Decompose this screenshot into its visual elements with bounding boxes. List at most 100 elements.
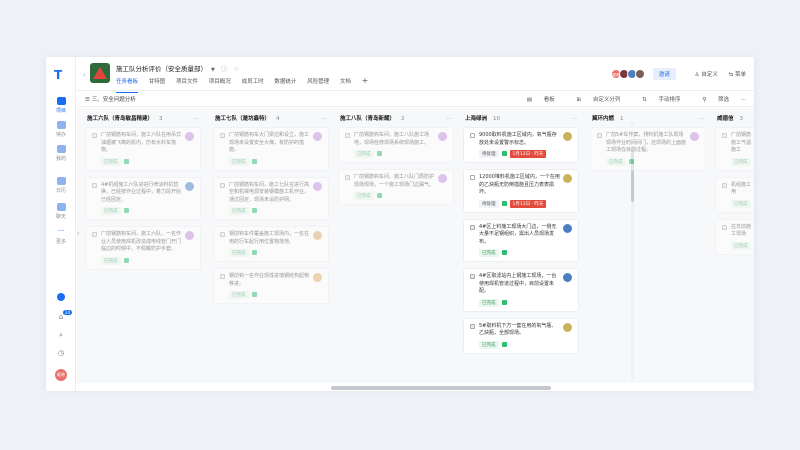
- task-checkbox[interactable]: [220, 232, 225, 237]
- task-card[interactable]: 厂前钢筋钩车间，施工六队在用吊式油烟被飞离的机内，仍有水科车落物。 已完成: [85, 127, 201, 171]
- task-checkbox[interactable]: [92, 232, 97, 237]
- column-header[interactable]: 冀环内燃 1 ···: [588, 113, 708, 127]
- board-horizontal-scrollbar[interactable]: [77, 386, 754, 390]
- customize-label: 自定义: [701, 72, 718, 78]
- invite-button[interactable]: 邀请: [652, 68, 676, 80]
- star-icon[interactable]: ☆: [233, 65, 239, 73]
- more-icon[interactable]: ···: [322, 113, 327, 125]
- task-card[interactable]: 钢前钩车件覆盖施工现场内，一名在用的行车起行用位置物落地。 已完成: [213, 226, 329, 262]
- chevron-left-icon[interactable]: ‹: [83, 71, 86, 79]
- task-card[interactable]: 厂前钢筋钩车大门梁边和设立，施工现场未设置安全大梯，有防护的措施。 已完成: [213, 127, 329, 171]
- settings-button[interactable]: ◷: [46, 349, 76, 357]
- task-checkbox[interactable]: [470, 323, 475, 329]
- assignee-avatar[interactable]: [563, 223, 572, 233]
- task-card[interactable]: 9000取料机施工区域内，氧气瓶存放处未设置警示标志。 待处理 1月12日 · 昨天: [463, 127, 579, 163]
- task-checkbox[interactable]: [345, 175, 350, 180]
- task-checkbox[interactable]: [470, 274, 475, 279]
- more-icon[interactable]: ···: [194, 113, 199, 125]
- sort-button[interactable]: ⇅ 手动排序: [632, 97, 680, 103]
- rail-item-calendar[interactable]: 日历: [46, 177, 76, 194]
- task-checkbox[interactable]: [345, 133, 350, 138]
- task-checkbox[interactable]: [470, 133, 475, 138]
- task-card[interactable]: 12000堆料机施工区域内，一个在用的乙炔瓶无防倒措施且压力表表损坏。 待处理 1月…: [463, 169, 579, 213]
- more-icon[interactable]: ···: [447, 113, 452, 125]
- toolbar-actions: ▤ 看板 ⊞ 自定义分列 ⇅ 手动排序 ⚲ 筛选 ···: [507, 95, 746, 103]
- task-checkbox[interactable]: [722, 133, 727, 138]
- columns-icon: ⊞: [576, 97, 583, 103]
- task-card[interactable]: 4#区上料施工现场大门边，一侧无大量不足钢组织，需出人员现场发布。 已完成: [463, 218, 579, 262]
- task-checkbox[interactable]: [597, 133, 602, 138]
- assignee-avatar[interactable]: [185, 181, 194, 191]
- assignee-avatar[interactable]: [313, 132, 322, 141]
- task-card[interactable]: 厂前钢筋施工气温施工 已完成: [715, 127, 754, 171]
- task-card[interactable]: 厂前钢筋钩车间，施工八队门局防护现场现场，一个施工现场门边漏气。 已完成: [338, 169, 454, 205]
- task-card[interactable]: 5#取料机下方一套在用的氧气瓶、乙炔瓶，全部现场。 已完成: [463, 317, 579, 354]
- column-header[interactable]: 施工六队（青岛敏昌精建） 3 ···: [83, 113, 203, 127]
- rail-item-todo[interactable]: 待办: [46, 121, 76, 138]
- rail-item-more[interactable]: ··· 更多: [46, 228, 76, 246]
- assignee-avatar[interactable]: [563, 174, 572, 183]
- task-checkbox[interactable]: [722, 182, 727, 188]
- flag-icon: [753, 200, 754, 206]
- task-checkbox[interactable]: [220, 182, 225, 188]
- task-card[interactable]: 在日前施工现场 已完成: [715, 218, 754, 255]
- task-card[interactable]: 机组施工用 已完成: [715, 176, 754, 213]
- help-button[interactable]: [46, 293, 76, 303]
- member-avatars[interactable]: 昵称: [611, 69, 646, 79]
- column-count: 1: [620, 116, 624, 122]
- task-card[interactable]: 厂前钢筋钩车间，施工六队，一名作业人员使用焊机改造成电线管门开门临边的时候中，不…: [85, 226, 201, 270]
- rail-item-chat[interactable]: 聊天: [46, 203, 76, 220]
- task-checkbox[interactable]: [220, 133, 225, 138]
- assignee-avatar[interactable]: [438, 174, 447, 183]
- column-header[interactable]: 施工八队（青岛新耀） 2 ···: [336, 113, 456, 127]
- task-checkbox[interactable]: [470, 175, 475, 180]
- board-view-button[interactable]: ▤ 看板: [517, 97, 555, 103]
- search-button[interactable]: ⌕: [46, 331, 76, 340]
- more-button[interactable]: ···: [741, 97, 746, 103]
- task-checkbox[interactable]: [220, 274, 225, 279]
- assignee-avatar[interactable]: [313, 181, 322, 191]
- task-card[interactable]: 厂前5#车作案，排料机施工队现场现场作业时间间门，还现场的上面施工现场在目前过程…: [590, 127, 706, 171]
- assignee-avatar[interactable]: [313, 273, 322, 282]
- notifications-button[interactable]: ⌂ 24: [46, 310, 76, 321]
- rail-item-my[interactable]: 我的: [46, 145, 76, 162]
- rail-item-project[interactable]: 项目: [46, 97, 76, 114]
- menu-button[interactable]: ⇆ 菜单: [729, 70, 746, 78]
- task-meta: 已完成: [92, 207, 194, 215]
- assignee-avatar[interactable]: [690, 132, 699, 141]
- view-selector[interactable]: ☰ 三、安全问题分析: [85, 95, 136, 103]
- assignee-avatar[interactable]: [563, 322, 572, 332]
- info-icon[interactable]: ⓘ: [221, 65, 228, 73]
- assignee-avatar[interactable]: [563, 273, 572, 282]
- chevron-down-icon[interactable]: ▼: [211, 67, 215, 73]
- customize-button[interactable]: ♙ 自定义: [695, 70, 718, 78]
- column-header[interactable]: 上海绿洲 10 ···: [461, 113, 581, 127]
- assignee-avatar[interactable]: [438, 132, 447, 141]
- task-card[interactable]: 厂前钢筋钩车间，施工八队施工场地，现场检修现场系统现场施工。 已完成: [338, 127, 454, 163]
- assignee-avatar[interactable]: [185, 132, 194, 141]
- more-icon[interactable]: ···: [572, 113, 577, 125]
- task-card[interactable]: 4#区取滤站内上钢施工现场，一台使用焊机管道过程中，目前设置未配。 已完成: [463, 268, 579, 312]
- flag-icon: [501, 299, 507, 305]
- user-avatar[interactable]: 昵称: [46, 369, 76, 381]
- column-header[interactable]: 威德信3···: [713, 113, 754, 127]
- assignee-avatar[interactable]: [313, 231, 322, 240]
- more-icon[interactable]: ···: [699, 113, 704, 125]
- task-checkbox[interactable]: [470, 224, 475, 230]
- member-avatar[interactable]: [635, 69, 646, 79]
- task-card[interactable]: 钢前钩一名作业现成进墙钢结构起物移进。 已完成: [213, 268, 329, 304]
- app-logo[interactable]: T: [54, 68, 68, 82]
- column-header[interactable]: 施工七队（潍坊鑫特） 4 ···: [211, 113, 331, 127]
- task-card[interactable]: 厂前钢筋钩车间，施工七队在进行高空和机械电源安装钢模施工机作业，通过固定，现场未…: [213, 176, 329, 220]
- assignee-avatar[interactable]: [185, 231, 194, 240]
- task-checkbox[interactable]: [92, 182, 97, 188]
- task-card[interactable]: 4#机组施工六队进进行喷涂料机替换，已经按作业过程中，着力段开始已经固定。 已完成: [85, 176, 201, 220]
- add-tab-button[interactable]: +: [362, 75, 369, 91]
- task-checkbox[interactable]: [722, 224, 727, 230]
- filter-button[interactable]: ⚲ 筛选: [692, 97, 729, 103]
- project-title[interactable]: 施工队分析评价（安全质量部） ▼ ⓘ ☆: [116, 63, 239, 73]
- custom-group-button[interactable]: ⊞ 自定义分列: [566, 97, 620, 103]
- task-checkbox[interactable]: [92, 133, 97, 138]
- assignee-avatar[interactable]: [563, 132, 572, 141]
- flag-icon: [123, 257, 129, 263]
